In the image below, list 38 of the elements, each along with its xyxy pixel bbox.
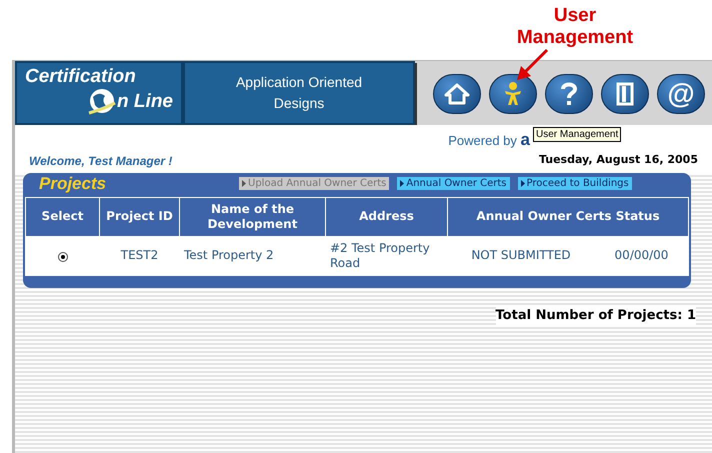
powered-by-text: Powered by a: [448, 129, 530, 151]
table-cell: #2 Test Property Road: [326, 236, 448, 275]
total-count: Total Number of Projects: 1: [496, 306, 696, 325]
arrow-icon: [400, 180, 404, 187]
tooltip: User Management: [533, 127, 622, 142]
nav-button[interactable]: [601, 74, 649, 114]
annotation-label: User Management: [516, 5, 634, 49]
person-icon: [502, 81, 524, 107]
company-banner: Application Oriented Designs: [183, 61, 415, 125]
column-header: Name of the Development: [180, 197, 326, 236]
at-symbol: @: [667, 80, 695, 108]
panel-title: Projects: [39, 172, 108, 195]
table-cell: TEST2: [100, 236, 180, 275]
table-cell: 00/00/00: [594, 236, 688, 275]
column-header: Project ID: [100, 197, 180, 236]
table-cell: Test Property 2: [180, 236, 326, 275]
column-header: Annual Owner Certs Status: [448, 197, 688, 236]
nav-button[interactable]: [489, 74, 537, 114]
date-text: Tuesday, August 16, 2005: [538, 152, 698, 168]
home-icon: [444, 83, 470, 105]
action-button[interactable]: Annual Owner Certs: [397, 177, 510, 190]
table-cell: NOT SUBMITTED: [448, 236, 594, 275]
door-icon: [616, 82, 634, 106]
nav-button[interactable]: [545, 74, 593, 114]
select-radio[interactable]: [58, 252, 68, 262]
nav-button[interactable]: [433, 74, 481, 114]
nav-button[interactable]: @: [657, 74, 705, 114]
globe-icon: [87, 87, 118, 117]
help-icon: [560, 81, 578, 107]
column-header: Address: [326, 197, 448, 236]
logo-text-bottom: n Line: [117, 92, 173, 112]
column-header: Select: [26, 197, 100, 236]
action-button[interactable]: Proceed to Buildings: [518, 177, 632, 190]
annotation-arrow: [515, 48, 549, 82]
arrow-icon: [520, 180, 525, 187]
arrow-icon: [242, 180, 246, 187]
welcome-text: Welcome, Test Manager !: [29, 152, 172, 170]
logo-text-top: Certification: [25, 67, 137, 87]
